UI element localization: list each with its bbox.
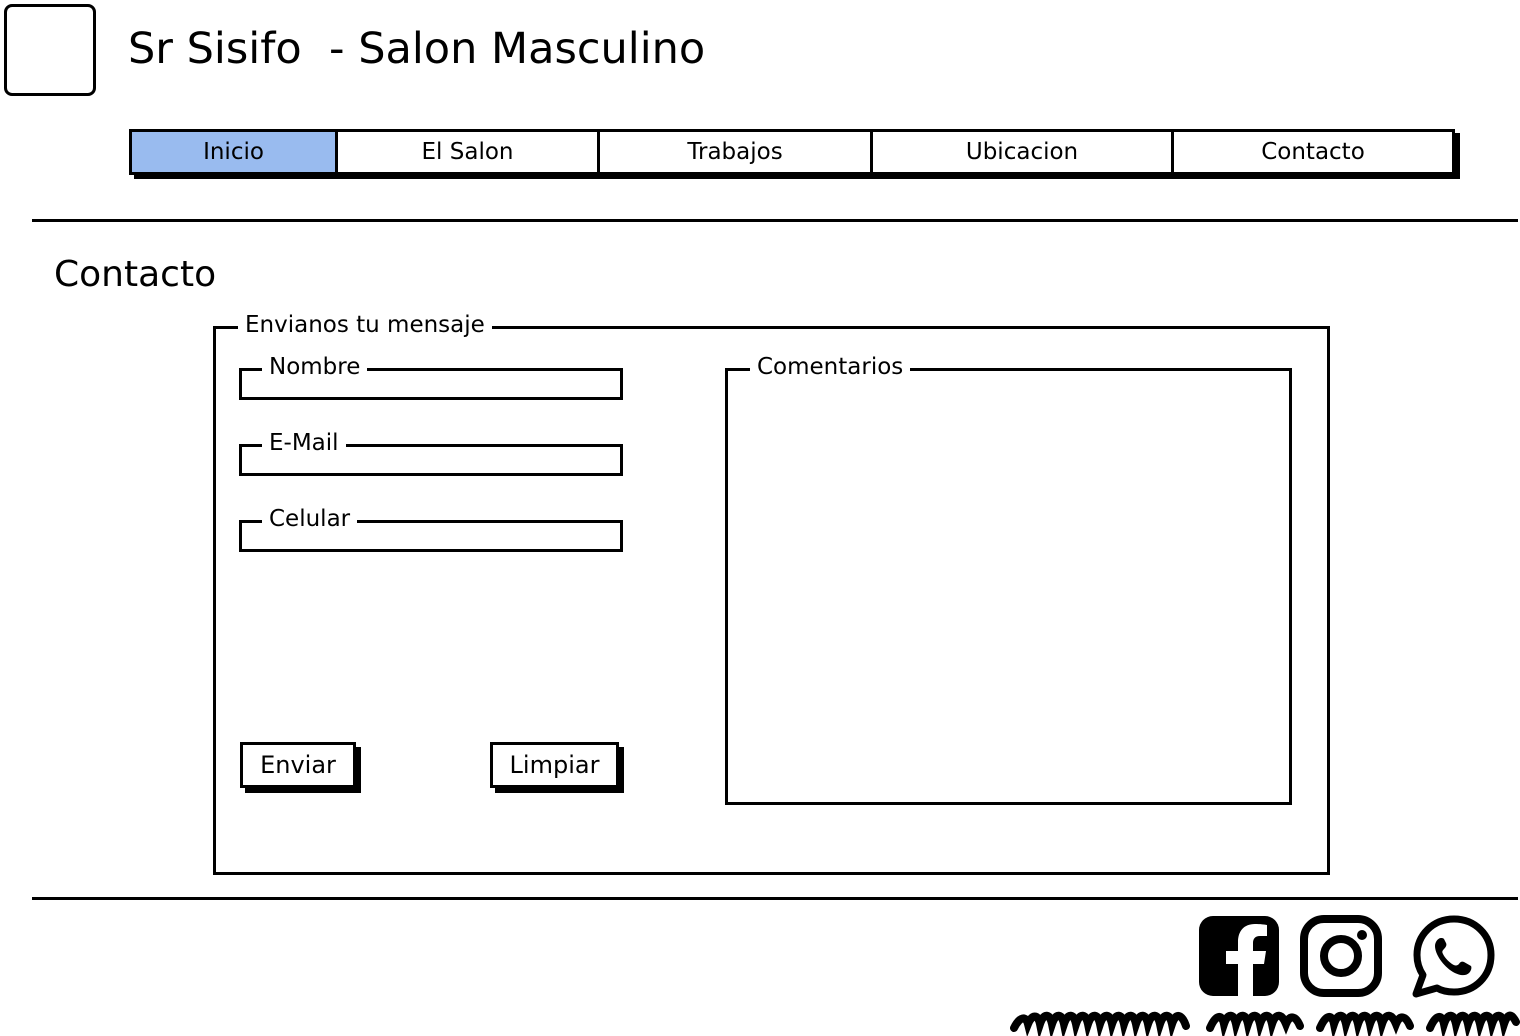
main-nav: Inicio El Salon Trabajos Ubicacion Conta… <box>129 129 1455 175</box>
celular-label: Celular <box>262 505 358 533</box>
nombre-input[interactable]: Nombre <box>239 353 623 400</box>
site-title: Sr Sisifo - Salon Masculino <box>128 24 706 74</box>
comments-textarea[interactable]: Comentarios <box>725 353 1292 805</box>
tab-contacto[interactable]: Contacto <box>1174 132 1452 172</box>
clear-button[interactable]: Limpiar <box>490 742 619 788</box>
logo-placeholder <box>4 4 96 96</box>
nombre-label: Nombre <box>262 353 368 381</box>
tab-trabajos[interactable]: Trabajos <box>600 132 873 172</box>
tab-ubicacion[interactable]: Ubicacion <box>873 132 1174 172</box>
facebook-icon[interactable] <box>1197 914 1281 998</box>
page-title: Contacto <box>54 254 217 295</box>
tab-inicio[interactable]: Inicio <box>132 132 338 172</box>
footer-scribble <box>1010 1011 1520 1036</box>
instagram-icon[interactable] <box>1299 914 1383 998</box>
form-legend: Envianos tu mensaje <box>238 311 492 339</box>
comments-label: Comentarios <box>750 353 911 381</box>
email-input[interactable]: E-Mail <box>239 429 623 476</box>
header-divider <box>32 219 1518 222</box>
celular-input[interactable]: Celular <box>239 505 623 552</box>
email-label: E-Mail <box>262 429 346 457</box>
whatsapp-icon[interactable] <box>1410 914 1498 998</box>
tab-el-salon[interactable]: El Salon <box>338 132 600 172</box>
footer-divider <box>32 897 1518 900</box>
send-button[interactable]: Enviar <box>240 742 356 788</box>
